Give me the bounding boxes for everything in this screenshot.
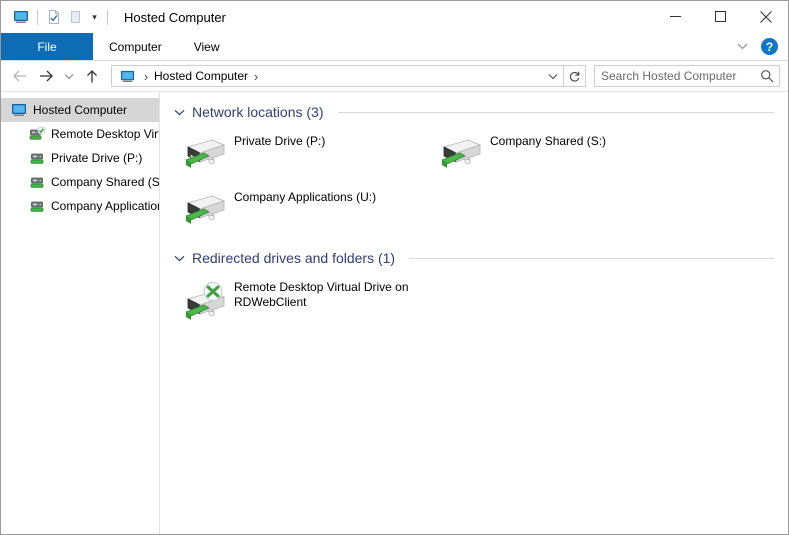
list-item-label: Remote Desktop Virtual Drive on RDWebCli… — [234, 280, 409, 309]
sidebar-item-company-applications[interactable]: Company Applications (U:) — [1, 194, 159, 218]
search-icon[interactable] — [755, 69, 779, 83]
breadcrumb-computer-icon[interactable] — [112, 69, 138, 84]
chevron-down-icon[interactable] — [172, 255, 186, 262]
up-button[interactable] — [79, 64, 105, 88]
sidebar-item-remote-desktop-virtual-drive[interactable]: Remote Desktop Virtual Drive on RDWebCli… — [1, 122, 159, 146]
address-bar-row: › Hosted Computer › — [1, 61, 788, 92]
explorer-body: Hosted Computer Remote Desktop Virtual D… — [1, 92, 788, 534]
recent-locations-button[interactable] — [59, 64, 79, 88]
sidebar-item-label: Company Shared (S:) — [51, 175, 159, 189]
network-locations-tiles: Private Drive (P:) Company Shared (S:) C… — [172, 126, 774, 238]
group-title: Network locations (3) — [192, 104, 324, 120]
sidebar-item-label: Remote Desktop Virtual Drive on RDWebCli… — [51, 127, 159, 141]
network-drive-icon — [28, 173, 46, 191]
list-item[interactable]: Remote Desktop Virtual Drive on RDWebCli… — [176, 272, 432, 328]
redirected-drive-icon — [28, 125, 46, 143]
forward-button[interactable] — [33, 64, 59, 88]
breadcrumb-separator-2[interactable]: › — [248, 69, 264, 84]
group-header-network-locations[interactable]: Network locations (3) — [172, 98, 774, 126]
computer-icon — [10, 101, 28, 119]
navigation-pane: Hosted Computer Remote Desktop Virtual D… — [1, 92, 160, 534]
minimize-button[interactable] — [653, 1, 698, 32]
network-drive-icon — [432, 132, 490, 182]
sidebar-item-label: Private Drive (P:) — [51, 151, 143, 165]
list-item[interactable]: Company Shared (S:) — [432, 126, 688, 182]
network-drive-icon — [28, 149, 46, 167]
file-explorer-window: ▾ Hosted Computer File Computer View ? ›… — [0, 0, 789, 535]
search-box[interactable] — [594, 65, 780, 87]
breadcrumb-separator-1[interactable]: › — [138, 69, 154, 84]
items-view: Network locations (3) Private Drive (P:)… — [160, 92, 788, 534]
maximize-button[interactable] — [698, 1, 743, 32]
ribbon-right-controls: ? — [733, 33, 784, 60]
list-item-label: Company Shared (S:) — [490, 134, 607, 148]
sidebar-item-company-shared[interactable]: Company Shared (S:) — [1, 170, 159, 194]
refresh-button[interactable] — [564, 65, 586, 87]
window-title: Hosted Computer — [124, 9, 226, 25]
group-title: Redirected drives and folders (1) — [192, 250, 396, 266]
sidebar-item-label: Hosted Computer — [33, 103, 128, 117]
title-bar: ▾ Hosted Computer — [1, 1, 788, 33]
network-drive-icon — [176, 188, 234, 238]
properties-icon[interactable] — [43, 6, 65, 28]
address-bar[interactable]: › Hosted Computer › — [111, 65, 564, 87]
sidebar-item-private-drive[interactable]: Private Drive (P:) — [1, 146, 159, 170]
network-drive-icon — [176, 132, 234, 182]
ribbon-tabs: File Computer View ? — [1, 33, 788, 61]
sidebar-item-label: Company Applications (U:) — [51, 199, 159, 213]
tab-file[interactable]: File — [1, 33, 93, 60]
toolbar-separator-2 — [107, 9, 108, 25]
sidebar-item-hosted-computer[interactable]: Hosted Computer — [1, 98, 159, 122]
help-button[interactable]: ? — [761, 38, 778, 55]
list-item-label: Private Drive (P:) — [234, 134, 326, 148]
quick-access-toolbar: ▾ — [1, 6, 113, 28]
window-controls — [653, 1, 788, 32]
search-input[interactable] — [595, 68, 755, 84]
chevron-down-icon[interactable] — [733, 38, 751, 56]
back-button[interactable] — [7, 64, 33, 88]
group-divider — [409, 257, 774, 259]
redirected-drives-tiles: Remote Desktop Virtual Drive on RDWebCli… — [172, 272, 774, 328]
list-item[interactable]: Private Drive (P:) — [176, 126, 432, 182]
redirected-drive-icon — [176, 278, 234, 328]
breadcrumb-item-hosted-computer[interactable]: Hosted Computer — [154, 69, 248, 83]
network-drive-icon — [28, 197, 46, 215]
list-item-label: Company Applications (U:) — [234, 190, 377, 204]
quick-access-dropdown-icon[interactable]: ▾ — [87, 7, 102, 27]
close-button[interactable] — [743, 1, 788, 32]
group-divider — [337, 111, 774, 113]
list-item[interactable]: Company Applications (U:) — [176, 182, 432, 238]
chevron-down-icon[interactable] — [172, 109, 186, 116]
toolbar-separator — [37, 9, 38, 25]
address-dropdown-icon[interactable] — [543, 66, 563, 86]
tab-computer[interactable]: Computer — [93, 33, 178, 60]
new-folder-icon[interactable] — [65, 6, 87, 28]
computer-icon[interactable] — [10, 6, 32, 28]
group-header-redirected-drives[interactable]: Redirected drives and folders (1) — [172, 244, 774, 272]
tab-view[interactable]: View — [178, 33, 236, 60]
